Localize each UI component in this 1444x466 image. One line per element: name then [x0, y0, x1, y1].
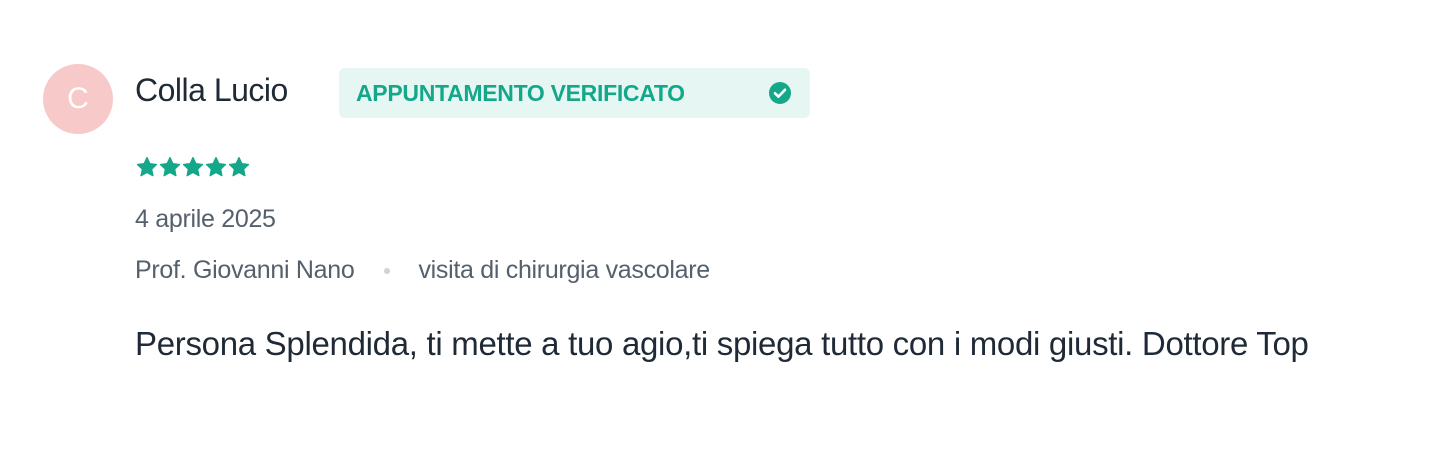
separator-dot: [384, 268, 391, 275]
star-icon: [205, 156, 227, 177]
verified-badge-label: APPUNTAMENTO VERIFICATO: [356, 80, 685, 106]
visit-type: visita di chirurgia vascolare: [418, 256, 710, 284]
star-icon: [228, 156, 250, 177]
verified-badge: APPUNTAMENTO VERIFICATO: [339, 68, 810, 118]
doctor-name: Prof. Giovanni Nano: [135, 256, 355, 284]
author-name: Colla Lucio: [135, 72, 288, 108]
rating-stars: [136, 156, 250, 178]
review-date: 4 aprile 2025: [135, 205, 276, 233]
review-meta: Prof. Giovanni Nano visita di chirurgia v…: [135, 255, 710, 285]
review-card: C Colla Lucio APPUNTAMENTO VERIFICATO 4 …: [0, 0, 1444, 466]
avatar: C: [43, 64, 113, 134]
review-comment: Persona Splendida, ti mette a tuo agio,t…: [135, 325, 1309, 362]
check-circle-icon: [769, 82, 791, 104]
star-icon: [159, 156, 181, 177]
star-icon: [136, 156, 158, 177]
star-icon: [182, 156, 204, 177]
